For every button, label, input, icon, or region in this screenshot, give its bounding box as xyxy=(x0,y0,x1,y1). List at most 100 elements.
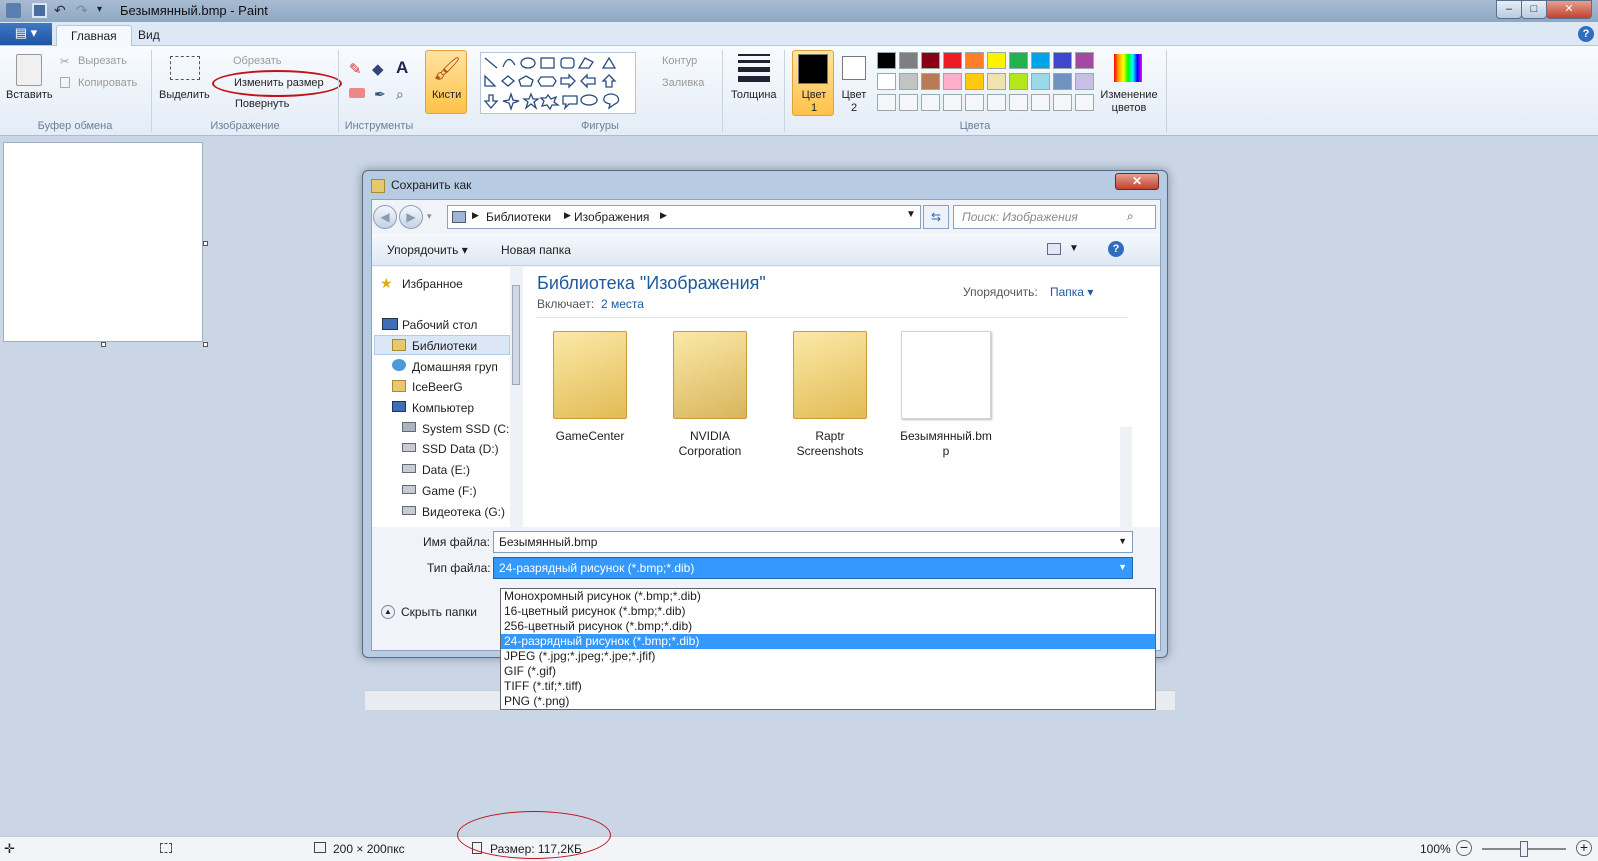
content-scrollbar[interactable] xyxy=(1120,427,1132,527)
filename-dropdown-icon[interactable]: ▼ xyxy=(1118,536,1127,546)
zoom-out-button[interactable]: − xyxy=(1456,840,1472,856)
breadcrumb-libraries[interactable]: Библиотеки xyxy=(486,210,551,224)
edit-colors-button[interactable]: Изменение цветов xyxy=(1098,89,1160,115)
dialog-help-icon[interactable]: ? xyxy=(1108,241,1124,257)
palette-swatch[interactable] xyxy=(921,73,940,90)
palette-swatch[interactable] xyxy=(965,94,984,111)
edit-colors-icon[interactable] xyxy=(1114,54,1142,82)
tab-home[interactable]: Главная xyxy=(56,25,132,47)
shapes-gallery[interactable] xyxy=(480,52,636,114)
fill-bucket-icon[interactable]: ◆ xyxy=(372,60,384,78)
filetype-option[interactable]: JPEG (*.jpg;*.jpeg;*.jpe;*.jfif) xyxy=(501,649,1155,664)
view-options-icon[interactable] xyxy=(1047,243,1061,255)
resize-handle-corner[interactable] xyxy=(203,342,208,347)
filetype-dropdown-list[interactable]: Монохромный рисунок (*.bmp;*.dib) 16-цвет… xyxy=(500,588,1156,710)
arrange-dropdown[interactable]: Папка ▾ xyxy=(1050,285,1093,299)
zoom-slider-thumb[interactable] xyxy=(1520,841,1528,857)
palette-swatch[interactable] xyxy=(877,73,896,90)
palette-swatch[interactable] xyxy=(877,52,896,69)
dialog-close-button[interactable]: ✕ xyxy=(1115,173,1159,190)
palette-swatch[interactable] xyxy=(1031,73,1050,90)
palette-swatch[interactable] xyxy=(1009,94,1028,111)
pencil-icon[interactable]: ✎ xyxy=(349,60,362,78)
nav-drive-e[interactable]: Data (E:) xyxy=(422,463,510,477)
palette-swatch[interactable] xyxy=(1053,52,1072,69)
palette-swatch[interactable] xyxy=(899,73,918,90)
nav-scrollbar[interactable] xyxy=(510,267,522,527)
refresh-icon[interactable]: ⇆ xyxy=(923,205,949,229)
search-input[interactable]: Поиск: Изображения xyxy=(953,205,1156,229)
folder-item[interactable]: NVIDIA Corporation xyxy=(665,331,755,459)
palette-swatch[interactable] xyxy=(943,94,962,111)
new-folder-button[interactable]: Новая папка xyxy=(501,243,571,257)
customize-qat-icon[interactable]: ▾ xyxy=(97,3,112,18)
nav-homegroup[interactable]: Домашняя груп xyxy=(412,360,510,374)
organize-button[interactable]: Упорядочить ▾ xyxy=(387,243,468,257)
palette-swatch[interactable] xyxy=(1009,52,1028,69)
thickness-button[interactable]: Толщина xyxy=(731,89,777,101)
hide-folders-button[interactable]: Скрыть папки xyxy=(401,605,477,619)
color2-swatch[interactable] xyxy=(842,56,866,80)
palette-swatch[interactable] xyxy=(899,52,918,69)
maximize-button[interactable]: □ xyxy=(1521,0,1547,19)
palette-swatch[interactable] xyxy=(1053,94,1072,111)
help-icon[interactable]: ? xyxy=(1578,26,1594,42)
thickness-icon[interactable] xyxy=(738,54,770,82)
filetype-option[interactable]: PNG (*.png) xyxy=(501,694,1155,709)
palette-swatch[interactable] xyxy=(1031,52,1050,69)
clipboard-icon[interactable] xyxy=(16,54,42,86)
undo-icon[interactable]: ↶ xyxy=(54,3,69,18)
color-picker-icon[interactable]: ✒ xyxy=(374,86,386,103)
nav-drive-f[interactable]: Game (F:) xyxy=(422,484,510,498)
hide-folders-icon[interactable]: ▲ xyxy=(381,605,395,619)
redo-icon[interactable]: ↷ xyxy=(76,3,91,18)
copy-button[interactable]: Копировать xyxy=(78,77,137,89)
rotate-button[interactable]: Повернуть xyxy=(235,98,289,110)
filetype-option[interactable]: TIFF (*.tif;*.tiff) xyxy=(501,679,1155,694)
save-icon[interactable] xyxy=(32,3,47,18)
file-item[interactable]: Безымянный.bmp xyxy=(899,331,993,459)
palette-swatch[interactable] xyxy=(899,94,918,111)
select-button[interactable]: Выделить xyxy=(159,89,210,101)
palette-swatch[interactable] xyxy=(943,52,962,69)
search-icon[interactable]: ⌕ xyxy=(1127,209,1134,224)
palette-swatch[interactable] xyxy=(943,73,962,90)
filetype-dropdown-icon[interactable]: ▼ xyxy=(1118,562,1127,572)
fill-button[interactable]: Заливка xyxy=(662,77,704,89)
drawing-canvas[interactable] xyxy=(3,142,203,342)
filetype-option[interactable]: GIF (*.gif) xyxy=(501,664,1155,679)
minimize-button[interactable]: – xyxy=(1496,0,1522,19)
palette-swatch[interactable] xyxy=(1075,73,1094,90)
palette-swatch[interactable] xyxy=(987,73,1006,90)
nav-drive-d[interactable]: SSD Data (D:) xyxy=(422,442,510,456)
folder-item[interactable]: GameCenter xyxy=(545,331,635,444)
cut-button[interactable]: Вырезать xyxy=(78,55,127,67)
palette-swatch[interactable] xyxy=(1009,73,1028,90)
select-icon[interactable] xyxy=(170,56,200,80)
palette-swatch[interactable] xyxy=(1075,52,1094,69)
nav-drive-g[interactable]: Видеотека (G:) xyxy=(422,505,510,519)
paste-button[interactable]: Вставить xyxy=(6,89,53,101)
magnifier-icon[interactable]: ⌕ xyxy=(396,86,404,103)
zoom-in-button[interactable]: + xyxy=(1576,840,1592,856)
folder-item[interactable]: Raptr Screenshots xyxy=(785,331,875,459)
back-button[interactable]: ◀ xyxy=(373,205,397,229)
includes-link[interactable]: 2 места xyxy=(601,297,644,311)
nav-drive-c[interactable]: System SSD (C: xyxy=(422,422,510,436)
palette-swatch[interactable] xyxy=(1053,73,1072,90)
forward-button[interactable]: ▶ xyxy=(399,205,423,229)
paint-app-icon[interactable] xyxy=(6,3,21,18)
filetype-option[interactable]: 24-разрядный рисунок (*.bmp;*.dib) xyxy=(501,634,1155,649)
window-close-button[interactable]: ✕ xyxy=(1546,0,1592,19)
view-dropdown-icon[interactable]: ▼ xyxy=(1069,243,1079,254)
palette-swatch[interactable] xyxy=(987,94,1006,111)
crop-button[interactable]: Обрезать xyxy=(233,55,282,67)
palette-swatch[interactable] xyxy=(1075,94,1094,111)
filetype-option[interactable]: 16-цветный рисунок (*.bmp;*.dib) xyxy=(501,604,1155,619)
palette-swatch[interactable] xyxy=(965,73,984,90)
filetype-option[interactable]: 256-цветный рисунок (*.bmp;*.dib) xyxy=(501,619,1155,634)
eraser-icon[interactable] xyxy=(349,88,365,98)
tab-view[interactable]: Вид xyxy=(124,25,174,47)
resize-handle-right[interactable] xyxy=(203,241,208,246)
palette-swatch[interactable] xyxy=(987,52,1006,69)
